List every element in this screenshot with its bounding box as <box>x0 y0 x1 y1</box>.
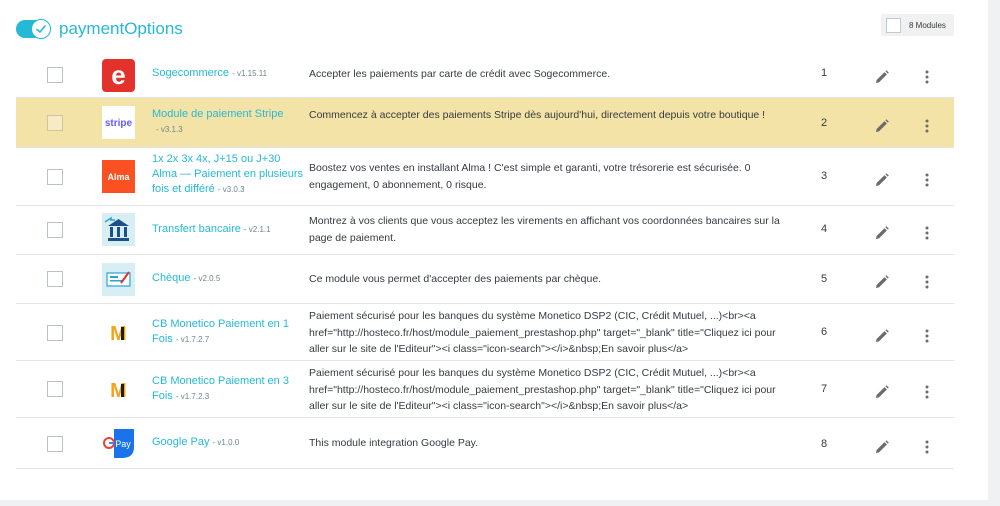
module-name[interactable]: Sogecommerce <box>152 67 229 79</box>
cheque-logo <box>102 263 135 296</box>
module-position: 6 <box>820 326 828 338</box>
monetico-logo: M <box>102 373 135 406</box>
hook-toggle[interactable] <box>16 19 51 39</box>
edit-icon[interactable] <box>875 170 889 186</box>
sogecommerce-logo: e <box>102 59 135 92</box>
module-name[interactable]: CB Monetico Paiement en 3 Fois <box>152 375 289 402</box>
module-version: - v2.1.1 <box>243 225 271 234</box>
svg-text:stripe: stripe <box>105 118 133 129</box>
module-checkbox[interactable] <box>47 169 63 185</box>
module-name-cell: Sogecommerce - v1.15.11 <box>152 66 297 81</box>
module-name[interactable]: Transfert bancaire <box>152 223 241 235</box>
alma-logo: Alma <box>102 160 135 193</box>
module-checkbox[interactable] <box>47 325 63 341</box>
module-version: - v2.0.5 <box>193 274 221 283</box>
module-position: 1 <box>820 67 828 79</box>
more-actions-icon[interactable] <box>920 223 934 240</box>
module-version: - v1.0.0 <box>212 438 240 447</box>
module-row: Chèque - v2.0.5 Ce module vous permet d'… <box>16 255 954 304</box>
module-row: Alma 1x 2x 3x 4x, J+15 ou J+30 Alma — Pa… <box>16 148 954 206</box>
edit-icon[interactable] <box>875 67 889 83</box>
module-description: Commencez à accepter des paiements Strip… <box>309 109 766 121</box>
hook-panel: paymentOptions 8 Modules e Sogecommerce … <box>0 0 988 500</box>
module-name[interactable]: Chèque <box>152 272 191 284</box>
module-name-cell: CB Monetico Paiement en 1 Fois - v1.7.2.… <box>152 317 297 347</box>
more-actions-icon[interactable] <box>920 326 934 343</box>
module-checkbox[interactable] <box>47 271 63 287</box>
module-name-cell: CB Monetico Paiement en 3 Fois - v1.7.2.… <box>152 374 297 404</box>
more-actions-icon[interactable] <box>920 67 934 84</box>
module-name[interactable]: Module de paiement Stripe <box>152 108 283 120</box>
module-description: Accepter les paiements par carte de créd… <box>309 68 611 80</box>
module-row: M CB Monetico Paiement en 1 Fois - v1.7.… <box>16 304 954 361</box>
module-description: Paiement sécurisé pour les banques du sy… <box>309 310 776 355</box>
module-version: - v3.1.3 <box>156 125 183 134</box>
select-all-checkbox[interactable] <box>886 17 901 33</box>
module-version: - v1.7.2.3 <box>175 392 210 401</box>
module-description: Montrez à vos clients que vous acceptez … <box>309 215 780 244</box>
module-position: 7 <box>820 383 828 395</box>
edit-icon[interactable] <box>875 272 889 288</box>
more-actions-icon[interactable] <box>920 116 934 133</box>
module-checkbox[interactable] <box>47 115 63 131</box>
edit-icon[interactable] <box>875 116 889 132</box>
module-description: Paiement sécurisé pour les banques du sy… <box>309 367 776 412</box>
module-name-cell: Module de paiement Stripe - v3.1.3 <box>152 107 297 137</box>
module-name-cell: Google Pay - v1.0.0 <box>152 435 297 450</box>
module-position: 2 <box>820 117 828 129</box>
svg-text:Pay: Pay <box>115 439 131 449</box>
edit-icon[interactable] <box>875 382 889 398</box>
module-name-cell: Chèque - v2.0.5 <box>152 271 297 286</box>
hook-title: paymentOptions <box>59 19 183 38</box>
google-pay-logo: Pay <box>102 427 135 460</box>
select-all-modules[interactable]: 8 Modules <box>881 14 954 36</box>
monetico-logo: M <box>102 316 135 349</box>
check-icon <box>31 19 51 39</box>
module-name[interactable]: Google Pay <box>152 436 209 448</box>
module-row: Pay Google Pay - v1.0.0 This module inte… <box>16 418 954 469</box>
svg-text:Alma: Alma <box>107 172 130 182</box>
svg-text:e: e <box>111 60 125 90</box>
module-checkbox[interactable] <box>47 222 63 238</box>
edit-icon[interactable] <box>875 437 889 453</box>
page-background <box>0 500 1000 506</box>
module-description: This module integration Google Pay. <box>309 437 479 449</box>
module-version: - v1.15.11 <box>232 69 268 78</box>
module-checkbox[interactable] <box>47 67 63 83</box>
svg-text:M: M <box>110 380 127 402</box>
module-position: 5 <box>820 273 828 285</box>
module-checkbox[interactable] <box>47 436 63 452</box>
edit-icon[interactable] <box>875 223 889 239</box>
more-actions-icon[interactable] <box>920 170 934 187</box>
module-position: 8 <box>820 438 828 450</box>
module-row: e Sogecommerce - v1.15.11 Accepter les p… <box>16 54 954 98</box>
stripe-logo: stripe <box>102 106 135 139</box>
svg-text:M: M <box>110 323 127 345</box>
module-name-cell: 1x 2x 3x 4x, J+15 ou J+30 Alma — Paiemen… <box>152 152 307 197</box>
module-description: Boostez vos ventes en installant Alma ! … <box>309 162 751 191</box>
hook-header: paymentOptions <box>16 16 183 42</box>
module-position: 3 <box>820 170 828 182</box>
module-row-highlighted: stripe Module de paiement Stripe - v3.1.… <box>16 98 954 148</box>
bank-transfer-logo <box>102 213 135 246</box>
more-actions-icon[interactable] <box>920 437 934 454</box>
modules-count-label: 8 Modules <box>909 20 946 30</box>
page-background <box>988 0 1000 506</box>
module-name-cell: Transfert bancaire - v2.1.1 <box>152 222 297 237</box>
more-actions-icon[interactable] <box>920 382 934 399</box>
edit-icon[interactable] <box>875 326 889 342</box>
module-version: - v1.7.2.7 <box>175 335 210 344</box>
module-name[interactable]: CB Monetico Paiement en 1 Fois <box>152 318 289 345</box>
module-version: - v3.0.3 <box>217 185 245 194</box>
module-description: Ce module vous permet d'accepter des pai… <box>309 273 602 285</box>
more-actions-icon[interactable] <box>920 272 934 289</box>
module-position: 4 <box>820 223 828 235</box>
module-checkbox[interactable] <box>47 381 63 397</box>
module-row: Transfert bancaire - v2.1.1 Montrez à vo… <box>16 206 954 255</box>
module-row: M CB Monetico Paiement en 3 Fois - v1.7.… <box>16 361 954 418</box>
